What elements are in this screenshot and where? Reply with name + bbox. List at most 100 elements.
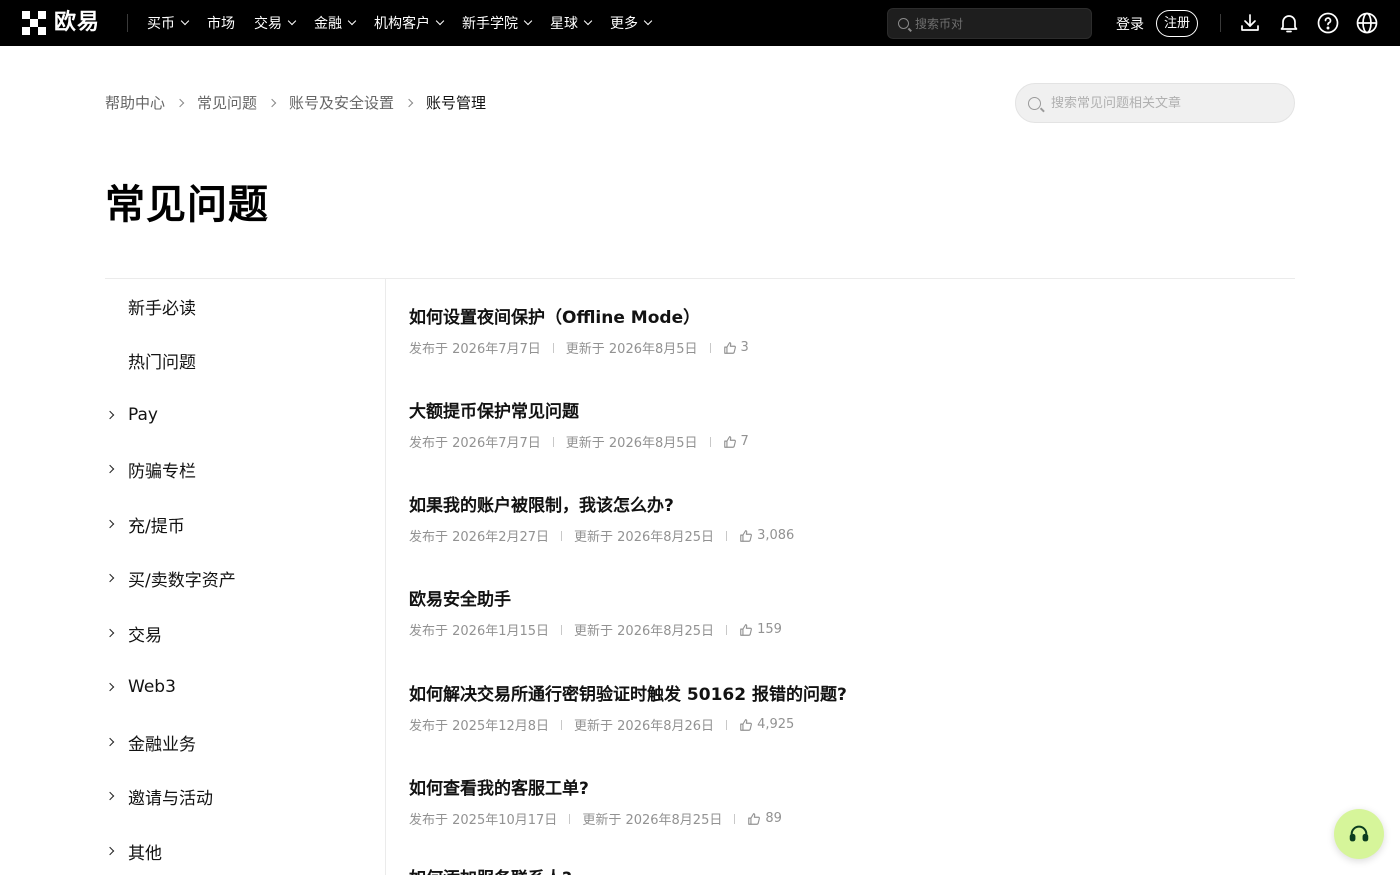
sidebar-item-label: 其他 [128,843,162,864]
nav-item-label: 金融 [314,16,342,32]
nav-item-institutional[interactable]: 机构客户 [374,13,445,33]
chevron-down-icon [643,16,653,26]
article-meta: 发布于 2025年10月17日 更新于 2026年8月25日 89 [409,809,782,828]
chevron-right-icon [105,628,115,638]
logo-mark-icon [22,11,46,35]
meta-separator [552,436,554,447]
pair-search-input[interactable] [915,16,1075,31]
article-published-date: 发布于 2025年10月17日 [409,813,558,828]
meta-separator [726,530,728,541]
thumbs-up-icon [723,435,736,448]
thumbs-up-icon [748,812,761,825]
faq-search-box[interactable] [1015,83,1295,123]
help-icon[interactable] [1316,11,1340,35]
article-published-date: 发布于 2026年1月15日 [409,624,550,639]
article-likes: 3,086 [739,528,794,543]
nav-item-label: 交易 [254,16,282,32]
article-like-count: 3 [740,340,749,355]
article-meta: 发布于 2026年7月7日 更新于 2026年8月5日 3 [409,338,749,357]
breadcrumb-help-center[interactable]: 帮助中心 [105,92,165,113]
article-title[interactable]: 如何添加服务联系人? [409,864,572,875]
chevron-down-icon [180,16,190,26]
article-updated-date: 更新于 2026年8月26日 [574,719,715,734]
meta-separator [552,342,554,353]
nav-item-markets[interactable]: 市场 [207,13,235,33]
breadcrumb-faq[interactable]: 常见问题 [197,92,257,113]
chevron-down-icon [347,16,357,26]
chevron-right-icon [105,682,115,692]
nav-item-more[interactable]: 更多 [610,13,653,33]
nav-item-academy[interactable]: 新手学院 [462,13,533,33]
chevron-right-icon [105,410,115,420]
article-title[interactable]: 如何设置夜间保护（Offline Mode） [409,303,749,328]
article-title[interactable]: 如何解决交易所通行密钥验证时触发 50162 报错的问题? [409,680,847,705]
article-updated-date: 更新于 2026年8月25日 [574,530,715,545]
sidebar-item-label: 邀请与活动 [128,788,213,809]
nav-item-buy-crypto[interactable]: 买币 [147,13,190,33]
sidebar-item-label: 充/提币 [128,516,185,537]
article-item[interactable]: 欧易安全助手 发布于 2026年1月15日 更新于 2026年8月25日 159 [409,585,782,639]
meta-separator [709,342,711,353]
article-item[interactable]: 如何解决交易所通行密钥验证时触发 50162 报错的问题? 发布于 2025年1… [409,680,847,734]
article-item[interactable]: 大额提币保护常见问题 发布于 2026年7月7日 更新于 2026年8月5日 7 [409,397,749,451]
customer-support-button[interactable] [1334,809,1384,859]
chevron-down-icon [523,16,533,26]
nav-item-planet[interactable]: 星球 [550,13,593,33]
nav-item-label: 更多 [610,16,638,32]
article-published-date: 发布于 2026年2月27日 [409,530,550,545]
article-item[interactable]: 如何添加服务联系人? [409,864,572,875]
faq-search-input[interactable] [1051,95,1271,111]
bell-icon[interactable] [1277,11,1301,35]
nav-item-label: 新手学院 [462,16,518,32]
article-published-date: 发布于 2026年7月7日 [409,342,541,357]
article-like-count: 3,086 [757,528,795,543]
nav-item-label: 市场 [207,16,235,32]
sidebar-item-label: Pay [128,405,158,425]
meta-separator [734,813,736,824]
nav-item-label: 星球 [550,16,578,32]
sidebar-item-label: 热门问题 [128,352,196,373]
article-title[interactable]: 欧易安全助手 [409,585,782,610]
article-meta: 发布于 2026年2月27日 更新于 2026年8月25日 3,086 [409,526,794,545]
download-icon[interactable] [1238,11,1262,35]
login-button[interactable]: 登录 [1116,14,1144,34]
article-updated-date: 更新于 2026年8月25日 [582,813,723,828]
nav-item-finance[interactable]: 金融 [314,13,357,33]
pair-search-box[interactable] [887,8,1092,39]
chevron-right-icon [105,464,115,474]
article-updated-date: 更新于 2026年8月25日 [574,624,715,639]
page-title: 常见问题 [105,182,269,228]
article-updated-date: 更新于 2026年8月5日 [565,342,698,357]
breadcrumb: 帮助中心 常见问题 账号及安全设置 账号管理 [105,92,486,113]
nav-item-label: 买币 [147,16,175,32]
top-navbar: 欧易 买币 市场 交易 金融 机构客户 新手学院 星球 更多 登录 注册 [0,0,1400,46]
breadcrumb-account-management: 账号管理 [426,94,487,112]
sidebar-item-label: 买/卖数字资产 [128,570,236,591]
nav-item-trade[interactable]: 交易 [254,13,297,33]
breadcrumb-account-security[interactable]: 账号及安全设置 [289,92,394,113]
article-like-count: 89 [765,811,782,826]
article-item[interactable]: 如何查看我的客服工单? 发布于 2025年10月17日 更新于 2026年8月2… [409,774,782,828]
article-title[interactable]: 大额提币保护常见问题 [409,397,749,422]
thumbs-up-icon [740,529,753,542]
register-button[interactable]: 注册 [1156,10,1199,37]
article-item[interactable]: 如何设置夜间保护（Offline Mode） 发布于 2026年7月7日 更新于… [409,303,749,357]
headset-icon [1349,825,1369,842]
article-like-count: 4,925 [757,717,795,732]
brand-logo[interactable]: 欧易 [22,11,100,35]
globe-icon[interactable] [1355,11,1379,35]
main-menu: 买币 市场 交易 金融 机构客户 新手学院 星球 更多 [147,0,670,46]
article-title[interactable]: 如何查看我的客服工单? [409,774,782,799]
meta-separator [709,436,711,447]
article-like-count: 159 [757,622,782,637]
thumbs-up-icon [740,718,753,731]
article-updated-date: 更新于 2026年8月5日 [565,436,698,451]
chevron-down-icon [287,16,297,26]
nav-item-label: 机构客户 [374,16,430,32]
brand-name: 欧易 [54,10,101,35]
article-item[interactable]: 如果我的账户被限制，我该怎么办? 发布于 2026年2月27日 更新于 2026… [409,491,794,545]
chevron-down-icon [435,16,445,26]
article-title[interactable]: 如果我的账户被限制，我该怎么办? [409,491,794,516]
thumbs-up-icon [740,623,753,636]
chevron-right-icon [105,846,115,856]
